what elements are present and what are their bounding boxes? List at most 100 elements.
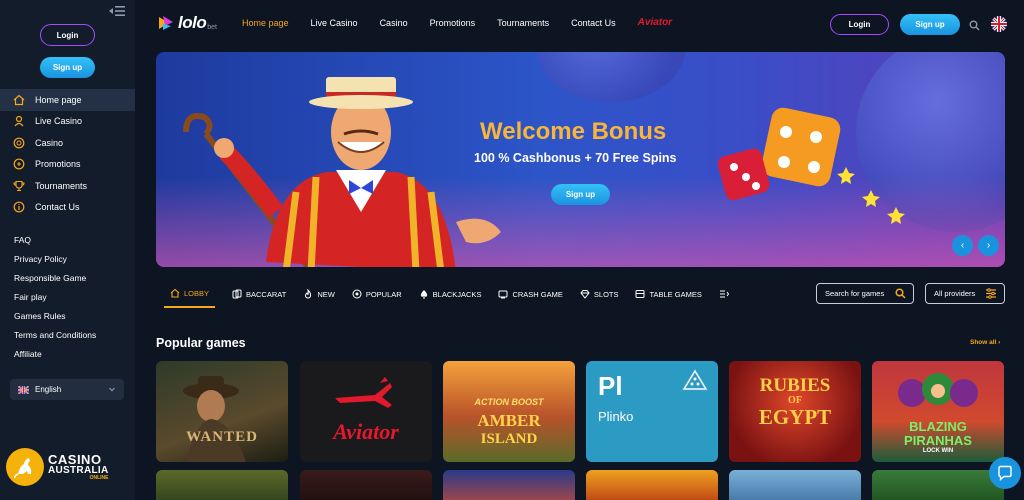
cat-label: POPULAR [365,289,402,299]
cat-lobby[interactable]: LOBBY [164,280,216,308]
link-affiliate[interactable]: Affiliate [14,347,96,366]
link-privacy-policy[interactable]: Privacy Policy [14,252,96,271]
search-games-input[interactable]: Search for games [816,283,914,304]
sidebar-item-promotions[interactable]: Promotions [0,154,135,176]
cards-icon [232,289,242,299]
collapse-sidebar-icon[interactable] [108,4,126,18]
info-icon [13,201,25,213]
cat-new[interactable]: NEW [303,280,335,308]
topnav-casino[interactable]: Casino [380,18,408,28]
game-title-line1: ACTION BOOST [474,397,544,407]
game-tile-wanted[interactable]: WANTED [156,361,288,462]
sidebar-item-label: Home page [35,94,82,105]
show-all-link[interactable]: Show all › [970,339,1000,346]
top-header: lolo bet Home page Live Casino Casino Pr… [135,0,1024,48]
uk-flag-icon [18,385,29,394]
language-select[interactable]: English [10,379,124,400]
magician-character-image [183,77,501,267]
search-icon [895,288,906,299]
header-login-button[interactable]: Login [830,14,889,35]
hero-banner: Welcome Bonus 100 % Cashbonus + 70 Free … [156,52,1005,267]
game-abbr: Pl [598,371,623,401]
kangaroo-logo-icon [6,448,44,486]
sidebar-item-live-casino[interactable]: Live Casino [0,111,135,133]
game-title: WANTED [186,429,258,445]
flame-icon [303,289,313,299]
topnav-tournaments[interactable]: Tournaments [497,18,549,28]
cat-blackjacks[interactable]: BLACKJACKS [419,280,482,308]
topnav-live-casino[interactable]: Live Casino [311,18,358,28]
link-games-rules[interactable]: Games Rules [14,309,96,328]
sidebar-item-home[interactable]: Home page [0,89,135,111]
home-icon [13,94,25,106]
cat-table-games[interactable]: TABLE GAMES [635,280,702,308]
sidebar-login-button[interactable]: Login [40,24,95,46]
topnav-promotions[interactable]: Promotions [430,18,476,28]
cat-slots[interactable]: SLOTS [580,280,619,308]
sidebar-item-tournaments[interactable]: Tournaments [0,175,135,197]
language-label: English [35,385,62,394]
cat-crash-game[interactable]: CRASH GAME [498,280,563,308]
providers-filter[interactable]: All providers [925,283,1005,304]
sidebar-item-label: Tournaments [35,180,88,191]
topnav-aviator[interactable]: Aviator [638,17,672,28]
trophy-icon [13,180,25,192]
game-tile-row2[interactable] [872,470,1004,500]
game-tile-blazing-piranhas[interactable]: BLAZING PIRANHAS LOCK WIN [872,361,1004,462]
game-tile-plinko[interactable]: Pl Plinko [586,361,718,462]
link-responsible-game[interactable]: Responsible Game [14,271,96,290]
topnav-home[interactable]: Home page [242,18,289,28]
banner-signup-button[interactable]: Sign up [551,184,610,205]
site-logo[interactable]: lolo bet [157,13,217,33]
banner-subtitle: 100 % Cashbonus + 70 Free Spins [474,151,677,165]
sidebar-item-casino[interactable]: Casino [0,132,135,154]
game-title-line1: RUBIES [759,375,831,396]
chip-icon [13,137,25,149]
game-title: Plinko [598,409,634,424]
link-faq[interactable]: FAQ [14,233,96,252]
topnav-contact[interactable]: Contact Us [571,18,616,28]
game-tile-amber-island[interactable]: ACTION BOOST AMBER ISLAND [443,361,575,462]
chat-support-button[interactable] [989,457,1021,489]
cat-more-icon[interactable] [719,280,733,308]
banner-next-button[interactable]: › [978,235,999,256]
sidebar-signup-button[interactable]: Sign up [40,57,95,78]
cat-label: CRASH GAME [512,289,563,299]
category-bar: LOBBY BACCARAT NEW POPULAR BLACKJACKS CR… [156,280,1005,308]
game-tile-row2[interactable] [586,470,718,500]
game-tile-row2[interactable] [729,470,861,500]
game-title: Aviator [333,419,399,444]
lobby-icon [170,288,180,298]
cat-label: NEW [317,289,335,299]
game-tile-row2[interactable] [300,470,432,500]
casino-australia-watermark: CASINO AUSTRALIA ONLINE [6,448,108,486]
watermark-line3: ONLINE [89,475,109,481]
popular-games-title: Popular games [156,336,246,350]
providers-label: All providers [934,289,976,298]
lolo-logo-icon [159,16,173,30]
sidebar-item-contact[interactable]: Contact Us [0,197,135,219]
dealer-icon [13,115,25,127]
game-tile-row2[interactable] [443,470,575,500]
link-fair-play[interactable]: Fair play [14,290,96,309]
game-tile-row2[interactable] [156,470,288,500]
header-signup-button[interactable]: Sign up [900,14,960,35]
banner-title: Welcome Bonus [480,118,667,145]
cat-baccarat[interactable]: BACCARAT [232,280,286,308]
game-title-line3: LOCK WIN [922,448,954,454]
game-tile-aviator[interactable]: Aviator [300,361,432,462]
cat-label: SLOTS [593,289,619,299]
cat-label: LOBBY [184,288,210,298]
cat-popular[interactable]: POPULAR [352,280,402,308]
link-terms[interactable]: Terms and Conditions [14,328,96,347]
cat-label: BLACKJACKS [432,289,482,299]
sidebar-item-label: Casino [35,137,64,148]
game-title-line1: BLAZING [909,419,967,434]
cat-label: TABLE GAMES [649,289,702,299]
logo-suffix: bet [207,23,217,31]
search-icon[interactable] [969,18,980,36]
game-tile-rubies-of-egypt[interactable]: RUBIES OF EGYPT [729,361,861,462]
banner-prev-button[interactable]: ‹ [952,235,973,256]
language-flag-icon[interactable] [991,16,1007,32]
popular-icon [352,289,362,299]
